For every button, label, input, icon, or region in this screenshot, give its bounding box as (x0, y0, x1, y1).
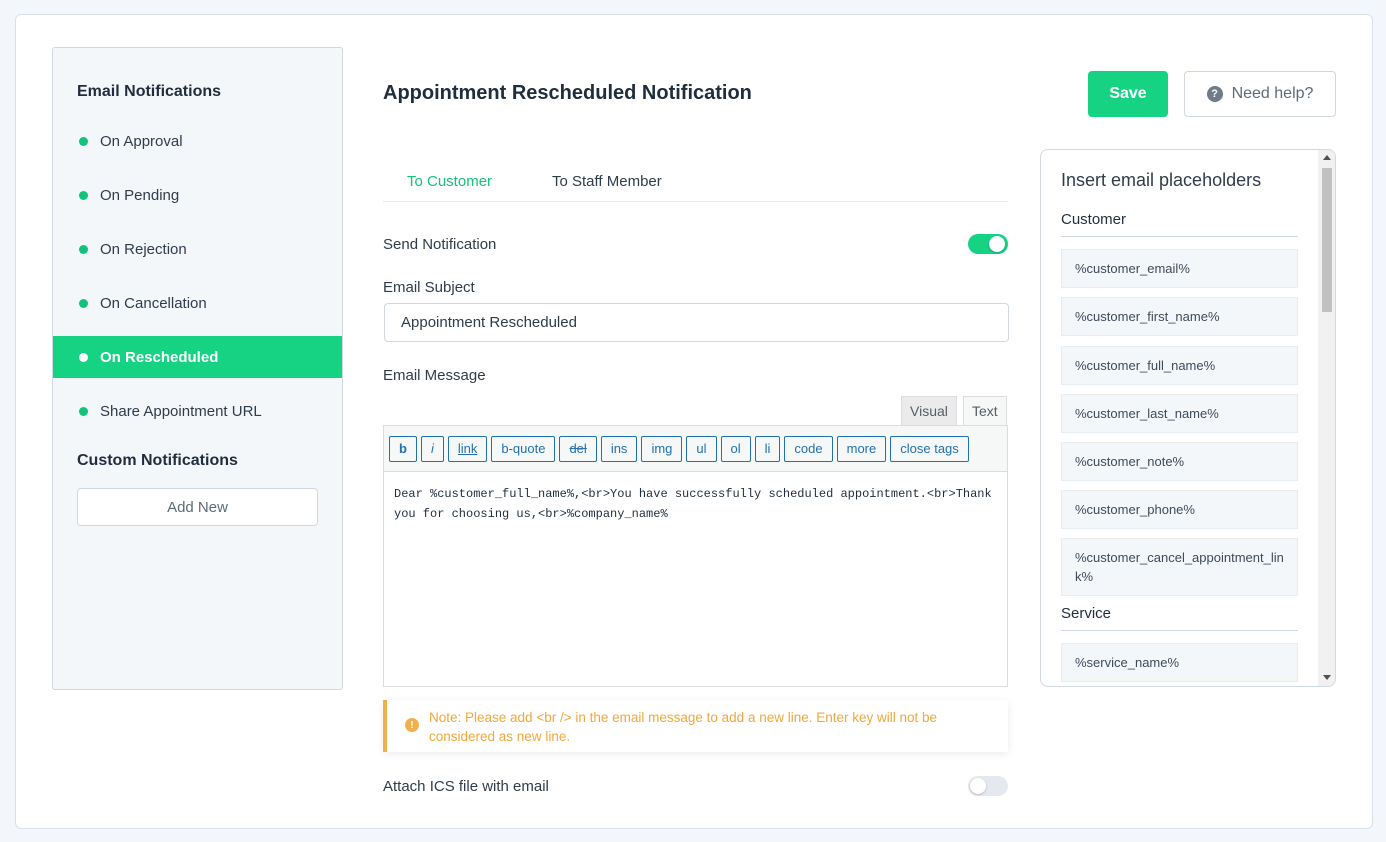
question-icon: ? (1206, 86, 1223, 102)
sidebar-item-on-rejection[interactable]: On Rejection (53, 228, 342, 270)
email-subject-input[interactable] (384, 303, 1009, 342)
sidebar-item-on-pending[interactable]: On Pending (53, 174, 342, 216)
group-divider (1061, 630, 1298, 631)
newline-note: ! Note: Please add <br /> in the email m… (383, 700, 1008, 752)
scroll-down-icon[interactable] (1323, 675, 1331, 680)
sidebar-item-label: On Rescheduled (100, 348, 219, 366)
add-new-button[interactable]: Add New (77, 488, 318, 526)
email-notifications-heading: Email Notifications (77, 83, 222, 100)
placeholder-item[interactable]: %customer_phone% (1061, 490, 1298, 529)
toolbar-close-tags-button[interactable]: close tags (890, 435, 969, 462)
placeholders-panel: Insert email placeholders Customer %cust… (1040, 149, 1336, 687)
status-dot-icon (79, 352, 88, 362)
placeholder-group-customer: Customer (1061, 211, 1127, 228)
email-message-label: Email Message (383, 367, 486, 384)
attach-ics-label: Attach ICS file with email (383, 778, 549, 795)
toolbar-bold-button[interactable]: b (389, 435, 417, 462)
editor-toolbar: b i link b-quote del ins img ul ol li co… (383, 425, 1008, 472)
status-dot-icon (79, 136, 88, 146)
editor-tab-text[interactable]: Text (963, 396, 1007, 426)
notifications-sidebar: Email Notifications On Approval On Pendi… (52, 47, 343, 690)
sidebar-item-label: On Approval (100, 132, 183, 150)
scrollbar-thumb[interactable] (1322, 168, 1332, 312)
toolbar-ins-button[interactable]: ins (600, 435, 638, 462)
custom-notifications-heading: Custom Notifications (77, 452, 238, 469)
note-text: Note: Please add <br /> in the email mes… (429, 710, 938, 744)
sidebar-item-on-cancellation[interactable]: On Cancellation (53, 282, 342, 324)
placeholder-item[interactable]: %customer_first_name% (1061, 297, 1298, 336)
toolbar-ul-button[interactable]: ul (686, 435, 717, 462)
sidebar-item-label: On Cancellation (100, 294, 207, 312)
status-dot-icon (79, 406, 88, 416)
toolbar-del-button[interactable]: del (559, 435, 597, 462)
attach-ics-toggle[interactable] (968, 776, 1008, 796)
toolbar-li-button[interactable]: li (754, 435, 781, 462)
need-help-button[interactable]: ? Need help? (1184, 71, 1336, 117)
placeholder-item[interactable]: %customer_last_name% (1061, 394, 1298, 433)
placeholder-group-service: Service (1061, 605, 1112, 622)
sidebar-item-label: Share Appointment URL (100, 402, 262, 420)
placeholder-item[interactable]: %customer_note% (1061, 442, 1298, 481)
scroll-up-icon[interactable] (1323, 155, 1331, 160)
warning-icon: ! (405, 718, 419, 732)
toolbar-blockquote-button[interactable]: b-quote (491, 435, 556, 462)
toolbar-ol-button[interactable]: ol (720, 435, 751, 462)
toggle-knob (989, 236, 1005, 252)
sidebar-item-label: On Rejection (100, 240, 187, 258)
placeholders-title: Insert email placeholders (1061, 170, 1262, 190)
email-subject-label: Email Subject (383, 279, 475, 296)
save-button[interactable]: Save (1088, 71, 1168, 117)
send-notification-toggle[interactable] (968, 234, 1008, 254)
editor-tab-visual[interactable]: Visual (901, 396, 957, 426)
sidebar-item-share-appointment-url[interactable]: Share Appointment URL (53, 390, 342, 432)
toolbar-link-button[interactable]: link (447, 435, 488, 462)
status-dot-icon (79, 298, 88, 308)
toolbar-italic-button[interactable]: i (420, 435, 444, 462)
page-title: Appointment Rescheduled Notification (383, 82, 752, 104)
tab-to-customer[interactable]: To Customer (407, 173, 492, 190)
tab-to-staff-member[interactable]: To Staff Member (552, 173, 662, 190)
status-dot-icon (79, 244, 88, 254)
toolbar-code-button[interactable]: code (784, 435, 833, 462)
sidebar-item-on-rescheduled[interactable]: On Rescheduled (53, 336, 342, 378)
send-notification-label: Send Notification (383, 236, 497, 253)
sidebar-item-label: On Pending (100, 186, 180, 204)
email-message-textarea[interactable]: Dear %customer_full_name%,<br>You have s… (383, 471, 1008, 687)
toggle-knob (970, 778, 986, 794)
placeholder-item[interactable]: %service_name% (1061, 643, 1298, 682)
placeholder-item[interactable]: %customer_full_name% (1061, 346, 1298, 385)
toolbar-img-button[interactable]: img (641, 435, 683, 462)
recipient-tabs: To Customer To Staff Member (383, 160, 1008, 202)
need-help-label: Need help? (1231, 85, 1314, 102)
placeholder-item[interactable]: %customer_email% (1061, 249, 1298, 288)
group-divider (1061, 236, 1298, 237)
toolbar-more-button[interactable]: more (836, 435, 887, 462)
sidebar-item-on-approval[interactable]: On Approval (53, 120, 342, 162)
placeholders-scrollbar[interactable] (1318, 150, 1335, 686)
placeholder-item[interactable]: %customer_cancel_appointment_link% (1061, 538, 1298, 596)
status-dot-icon (79, 190, 88, 200)
